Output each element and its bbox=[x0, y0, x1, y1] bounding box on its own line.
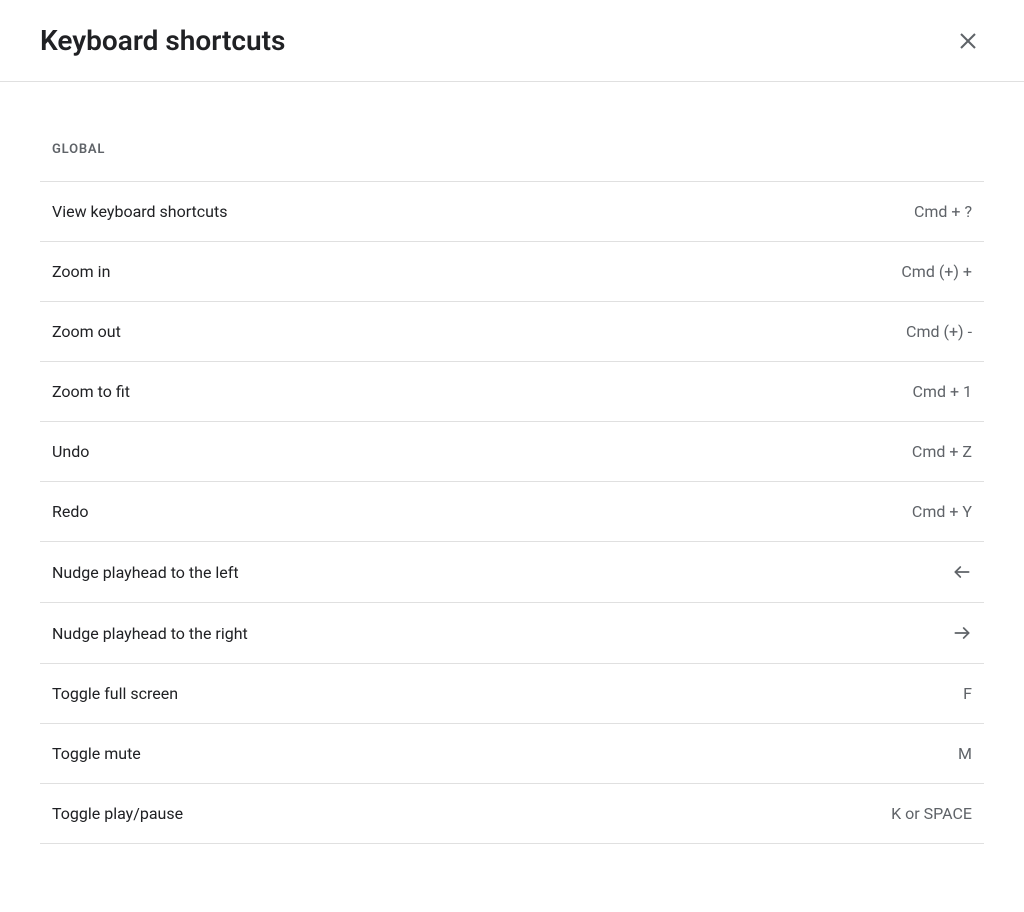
shortcut-label: Toggle play/pause bbox=[52, 804, 183, 823]
shortcut-row: Undo Cmd + Z bbox=[40, 421, 984, 481]
shortcut-key: Cmd + ? bbox=[914, 202, 972, 221]
shortcut-key: K or SPACE bbox=[891, 804, 972, 823]
shortcut-label: Zoom in bbox=[52, 262, 110, 281]
shortcut-label: Undo bbox=[52, 442, 89, 461]
close-button[interactable] bbox=[952, 25, 984, 57]
shortcut-label: Zoom out bbox=[52, 322, 121, 341]
shortcut-row: View keyboard shortcuts Cmd + ? bbox=[40, 181, 984, 241]
arrow-right-icon bbox=[952, 623, 972, 643]
close-icon bbox=[956, 29, 980, 53]
shortcut-key bbox=[952, 623, 972, 643]
shortcut-key: Cmd + Z bbox=[912, 442, 972, 461]
shortcuts-list: View keyboard shortcuts Cmd + ? Zoom in Cmd… bbox=[40, 181, 984, 844]
shortcut-label: Nudge playhead to the right bbox=[52, 624, 248, 643]
shortcut-row: Redo Cmd + Y bbox=[40, 481, 984, 541]
shortcut-row: Zoom in Cmd (+) + bbox=[40, 241, 984, 301]
shortcut-row: Zoom out Cmd (+) - bbox=[40, 301, 984, 361]
shortcut-key: Cmd (+) + bbox=[901, 262, 972, 281]
shortcut-row: Toggle full screen F bbox=[40, 663, 984, 723]
shortcut-label: Toggle mute bbox=[52, 744, 141, 763]
shortcut-row: Zoom to fit Cmd + 1 bbox=[40, 361, 984, 421]
shortcut-key: Cmd + Y bbox=[912, 502, 972, 521]
shortcut-row: Toggle mute M bbox=[40, 723, 984, 783]
shortcut-key: Cmd + 1 bbox=[913, 382, 972, 401]
shortcut-key: F bbox=[963, 684, 972, 703]
shortcut-label: Nudge playhead to the left bbox=[52, 563, 239, 582]
shortcut-row: Nudge playhead to the left bbox=[40, 541, 984, 602]
shortcut-label: Zoom to fit bbox=[52, 382, 130, 401]
shortcut-row: Toggle play/pause K or SPACE bbox=[40, 783, 984, 844]
shortcut-key: Cmd (+) - bbox=[906, 322, 972, 341]
shortcuts-content: GLOBAL View keyboard shortcuts Cmd + ? Zoo… bbox=[0, 82, 1024, 844]
dialog-title: Keyboard shortcuts bbox=[40, 24, 285, 57]
shortcut-label: View keyboard shortcuts bbox=[52, 202, 227, 221]
shortcut-key bbox=[952, 562, 972, 582]
shortcut-label: Redo bbox=[52, 502, 89, 521]
shortcut-row: Nudge playhead to the right bbox=[40, 602, 984, 663]
section-header-global: GLOBAL bbox=[40, 82, 984, 181]
shortcut-key: M bbox=[958, 744, 972, 763]
dialog-header: Keyboard shortcuts bbox=[0, 0, 1024, 82]
arrow-left-icon bbox=[952, 562, 972, 582]
shortcut-label: Toggle full screen bbox=[52, 684, 178, 703]
